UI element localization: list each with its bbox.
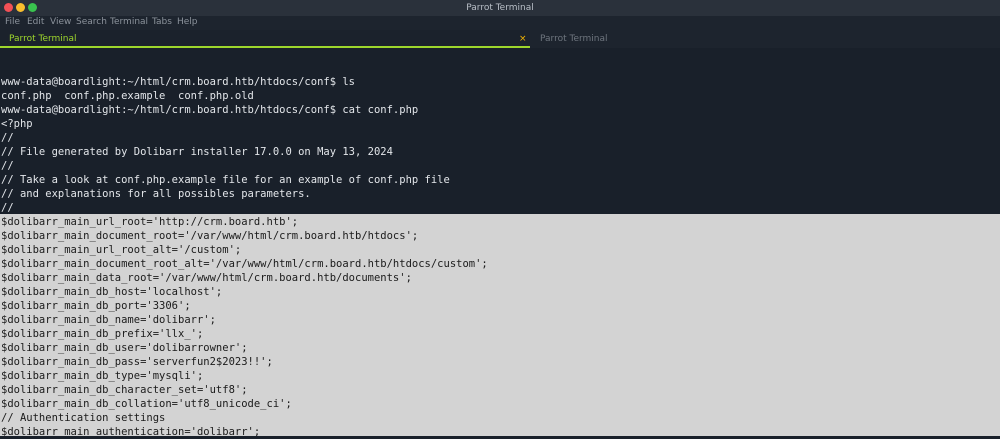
menu-edit[interactable]: Edit bbox=[27, 16, 44, 29]
minimize-window-icon[interactable] bbox=[16, 3, 25, 12]
selected-line: $dolibarr_main_db_type='mysqli'; bbox=[1, 370, 204, 382]
terminal-line: www-data@boardlight:~/html/crm.board.htb… bbox=[1, 76, 356, 88]
terminal-line: // and explanations for all possibles pa… bbox=[1, 188, 311, 200]
selected-line: $dolibarr_main_db_port='3306'; bbox=[1, 300, 191, 312]
terminal-line: <?php bbox=[1, 118, 33, 130]
selected-line: $dolibarr_main_db_character_set='utf8'; bbox=[1, 384, 248, 396]
terminal-line: // bbox=[1, 132, 14, 144]
terminal-line: conf.php conf.php.example conf.php.old bbox=[1, 90, 254, 102]
menu-tabs[interactable]: Tabs bbox=[152, 16, 172, 29]
tab-parrot-terminal-2[interactable]: Parrot Terminal bbox=[531, 30, 1000, 48]
menu-view[interactable]: View bbox=[50, 16, 71, 29]
selected-line: $dolibarr_main_db_user='dolibarrowner'; bbox=[1, 342, 248, 354]
menu-file[interactable]: File bbox=[5, 16, 20, 29]
selected-line: $dolibarr_main_db_host='localhost'; bbox=[1, 286, 223, 298]
tab-parrot-terminal-1[interactable]: Parrot Terminal × bbox=[0, 30, 530, 48]
tab-label: Parrot Terminal bbox=[9, 34, 77, 44]
menu-search[interactable]: Search bbox=[76, 16, 107, 29]
selected-line: $dolibarr_main_document_root='/var/www/h… bbox=[1, 230, 419, 242]
selected-line: $dolibarr_main_db_prefix='llx_'; bbox=[1, 328, 204, 340]
selected-line: $dolibarr_main_document_root_alt='/var/w… bbox=[1, 258, 488, 270]
menu-help[interactable]: Help bbox=[177, 16, 198, 29]
tab-bar: Parrot Terminal × Parrot Terminal bbox=[0, 30, 1000, 48]
selected-line: $dolibarr_main_db_pass='serverfun2$2023!… bbox=[1, 356, 273, 368]
selected-line: $dolibarr_main_data_root='/var/www/html/… bbox=[1, 272, 412, 284]
close-window-icon[interactable] bbox=[4, 3, 13, 12]
selected-line: $dolibarr_main_url_root_alt='/custom'; bbox=[1, 244, 242, 256]
selected-line: // Authentication settings bbox=[1, 412, 166, 424]
terminal-line: www-data@boardlight:~/html/crm.board.htb… bbox=[1, 104, 419, 116]
window-title: Parrot Terminal bbox=[466, 3, 534, 13]
title-bar[interactable]: Parrot Terminal bbox=[0, 0, 1000, 16]
selected-line: $dolibarr_main_db_name='dolibarr'; bbox=[1, 314, 216, 326]
terminal-line: // bbox=[1, 160, 14, 172]
terminal-output[interactable]: www-data@boardlight:~/html/crm.board.htb… bbox=[0, 48, 1000, 439]
terminal-line: // Take a look at conf.php.example file … bbox=[1, 174, 450, 186]
selected-line: $dolibarr_main_url_root='http://crm.boar… bbox=[1, 216, 299, 228]
menu-bar: File Edit View Search Terminal Tabs Help bbox=[0, 16, 1000, 30]
selected-line: $dolibarr_main_db_collation='utf8_unicod… bbox=[1, 398, 292, 410]
terminal-window: Parrot Terminal File Edit View Search Te… bbox=[0, 0, 1000, 439]
menu-terminal[interactable]: Terminal bbox=[110, 16, 148, 29]
tab-close-icon[interactable]: × bbox=[519, 30, 527, 48]
tab-label: Parrot Terminal bbox=[540, 34, 608, 44]
terminal-line: // File generated by Dolibarr installer … bbox=[1, 146, 393, 158]
maximize-window-icon[interactable] bbox=[28, 3, 37, 12]
